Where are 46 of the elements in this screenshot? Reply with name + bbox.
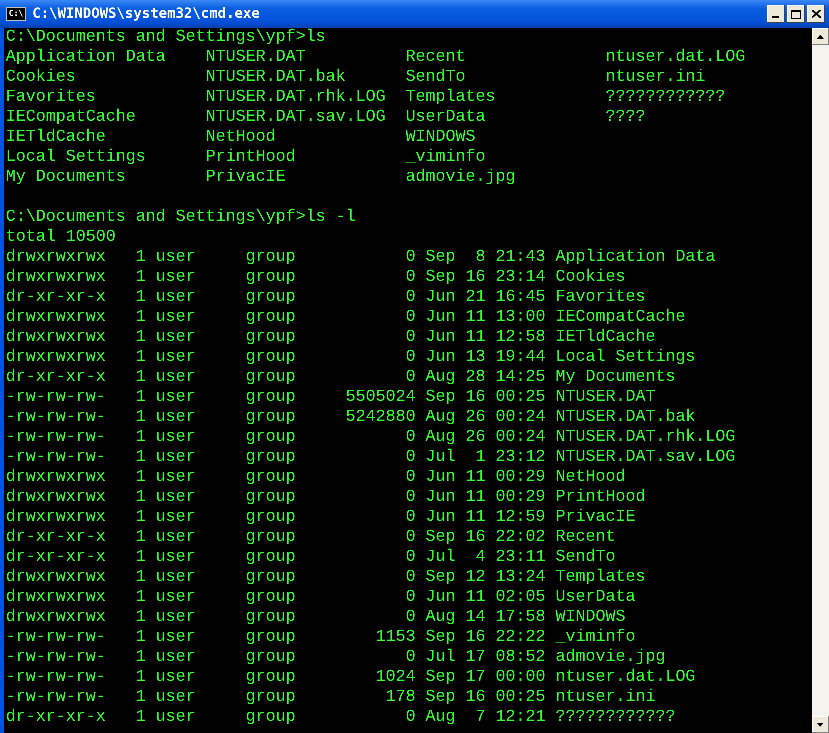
maximize-icon [791,10,801,18]
console-line: drwxrwxrwx 1 user group 0 Jun 11 02:05 UserData [6,588,636,608]
console-line: drwxrwxrwx 1 user group 0 Jun 11 00:29 PrintHood [6,488,646,508]
console-line: C:\Documents and Settings\ypf>ls [6,28,326,48]
console-line: dr-xr-xr-x 1 user group 0 Sep 16 22:02 Recent [6,528,616,548]
console-line: C:\Documents and Settings\ypf>ls -l [6,208,356,228]
console-line: drwxrwxrwx 1 user group 0 Jun 13 19:44 Local Settings [6,348,696,368]
console-line: drwxrwxrwx 1 user group 0 Aug 14 17:58 WINDOWS [6,608,626,628]
scroll-up-button[interactable] [812,28,829,45]
console-line: -rw-rw-rw- 1 user group 1024 Sep 17 00:00 ntuser.dat.LOG [6,668,696,688]
console-line: drwxrwxrwx 1 user group 0 Jun 11 00:29 NetHood [6,468,626,488]
console-line: Favorites NTUSER.DAT.rhk.LOG Templates ???????????? [6,88,726,108]
console-line: dr-xr-xr-x 1 user group 0 Aug 7 12:21 ???????????? [6,708,676,728]
console-line: IECompatCache NTUSER.DAT.sav.LOG UserData ???? [6,108,646,128]
console-line: drwxrwxrwx 1 user group 0 Jun 11 12:59 PrivacIE [6,508,636,528]
console-line: -rw-rw-rw- 1 user group 0 Jul 17 08:52 admovie.jpg [6,648,666,668]
console-line: My Documents PrivacIE admovie.jpg [6,168,516,188]
console-line: -rw-rw-rw- 1 user group 5242880 Aug 26 00:24 NTUSER.DAT.bak [6,408,696,428]
console-line: drwxrwxrwx 1 user group 0 Sep 8 21:43 Application Data [6,248,716,268]
console-line: drwxrwxrwx 1 user group 0 Jun 11 12:58 IETldCache [6,328,656,348]
scroll-down-button[interactable] [812,716,829,733]
up-arrow-icon [817,34,824,38]
console-line: Application Data NTUSER.DAT Recent ntuser.dat.LOG [6,48,746,68]
console-line: Cookies NTUSER.DAT.bak SendTo ntuser.ini [6,68,706,88]
console-line: dr-xr-xr-x 1 user group 0 Jun 21 16:45 Favorites [6,288,646,308]
console-line: -rw-rw-rw- 1 user group 1153 Sep 16 22:22 _viminfo [6,628,636,648]
console-line: drwxrwxrwx 1 user group 0 Sep 16 23:14 Cookies [6,268,626,288]
console-line: -rw-rw-rw- 1 user group 178 Sep 16 00:25 ntuser.ini [6,688,656,708]
console-line: drwxrwxrwx 1 user group 0 Sep 12 13:24 Templates [6,568,646,588]
window-title: C:\WINDOWS\system32\cmd.exe [32,6,262,22]
minimize-button[interactable] [767,5,785,23]
down-arrow-icon [817,722,824,726]
console-line: -rw-rw-rw- 1 user group 5505024 Sep 16 00:25 NTUSER.DAT [6,388,656,408]
scrollbar[interactable] [812,28,829,733]
console-line: IETldCache NetHood WINDOWS [6,128,476,148]
console-line: Local Settings PrintHood _viminfo [6,148,486,168]
maximize-button[interactable] [787,5,805,23]
console-line: -rw-rw-rw- 1 user group 0 Jul 1 23:12 NTUSER.DAT.sav.LOG [6,448,736,468]
console-icon: C:\ [6,7,26,21]
console-line: drwxrwxrwx 1 user group 0 Jun 11 13:00 IECompatCache [6,308,686,328]
console-line: dr-xr-xr-x 1 user group 0 Jul 4 23:11 SendTo [6,548,616,568]
console-line: -rw-rw-rw- 1 user group 0 Aug 26 00:24 NTUSER.DAT.rhk.LOG [6,428,736,448]
close-button[interactable] [807,5,825,23]
console-line: total 10500 [6,228,116,248]
console-line: dr-xr-xr-x 1 user group 0 Aug 28 14:25 My Documents [6,368,676,388]
close-icon [812,10,820,18]
